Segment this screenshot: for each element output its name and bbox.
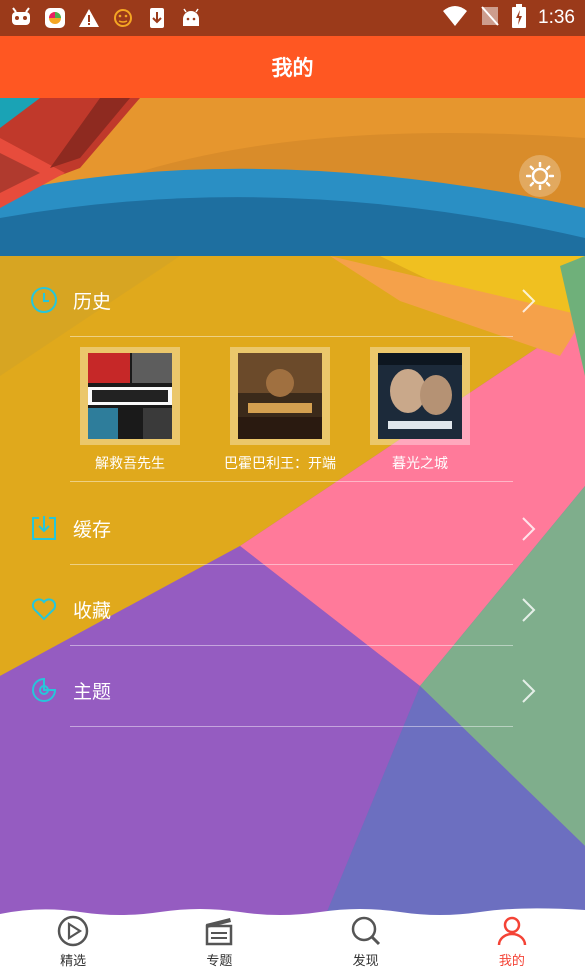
history-item[interactable]: 解救吾先生 (55, 347, 205, 473)
nav-item-mine[interactable]: 我的 (439, 906, 585, 977)
divider (70, 726, 513, 727)
chevron-right-icon (522, 517, 536, 541)
menu-item-cache[interactable]: 缓存 (0, 484, 585, 564)
poster-thumbnail (370, 347, 470, 445)
bottom-navigation: 精选 专题 发现 我的 (0, 906, 585, 977)
clock-icon (31, 287, 57, 313)
user-icon (497, 916, 527, 946)
history-list: 解救吾先生 巴霍巴利王：开端 暮光之城 (0, 337, 585, 483)
banner-artwork (0, 98, 585, 256)
poster-thumbnail (80, 347, 180, 445)
status-bar: 1:36 (0, 0, 585, 36)
nav-label: 发现 (352, 954, 379, 969)
status-time: 1:36 (538, 7, 575, 28)
nav-item-featured[interactable]: 精选 (0, 906, 146, 977)
poster-thumbnail (230, 347, 330, 445)
chevron-right-icon (522, 289, 536, 313)
divider (70, 481, 513, 482)
nav-label: 专题 (206, 954, 233, 969)
clapperboard-icon (206, 918, 233, 946)
history-item-title: 解救吾先生 (95, 456, 165, 472)
nav-item-topics[interactable]: 专题 (146, 906, 292, 977)
chevron-right-icon (522, 598, 536, 622)
menu-item-theme[interactable]: 主题 (0, 646, 585, 726)
play-circle-icon (57, 915, 89, 947)
menu-list: 历史 解救吾先生 巴霍巴利王：开端 暮光之城 缓存 收藏 主题 (0, 256, 585, 727)
no-sim-icon (480, 5, 500, 31)
menu-item-favorites[interactable]: 收藏 (0, 565, 585, 645)
android-icon (180, 7, 202, 29)
history-item[interactable]: 巴霍巴利王：开端 (205, 347, 355, 473)
nav-item-discover[interactable]: 发现 (293, 906, 439, 977)
page-title: 我的 (271, 56, 314, 80)
warning-icon (78, 7, 100, 29)
heart-icon (31, 598, 57, 621)
app-store-icon (44, 7, 66, 29)
face-icon (112, 7, 134, 29)
profile-banner (0, 98, 585, 256)
palette-icon (32, 677, 57, 702)
title-bar: 我的 (0, 36, 585, 98)
nav-label: 我的 (498, 954, 525, 969)
menu-item-label: 历史 (73, 291, 112, 313)
menu-item-label: 主题 (73, 681, 112, 703)
menu-item-label: 缓存 (73, 519, 112, 541)
history-item-title: 暮光之城 (392, 456, 448, 472)
brightness-icon (526, 162, 554, 190)
search-icon (351, 916, 380, 946)
battery-charging-icon (512, 4, 527, 32)
history-item[interactable]: 暮光之城 (345, 347, 495, 473)
download-box-icon (32, 516, 56, 540)
nav-label: 精选 (60, 954, 87, 969)
menu-item-label: 收藏 (73, 600, 112, 622)
wifi-icon (442, 5, 468, 31)
brightness-button[interactable] (519, 155, 561, 197)
chevron-right-icon (522, 679, 536, 703)
menu-item-history[interactable]: 历史 (0, 256, 585, 336)
history-item-title: 巴霍巴利王：开端 (224, 456, 336, 472)
download-icon (146, 7, 168, 29)
fm-radio-icon (10, 7, 32, 29)
